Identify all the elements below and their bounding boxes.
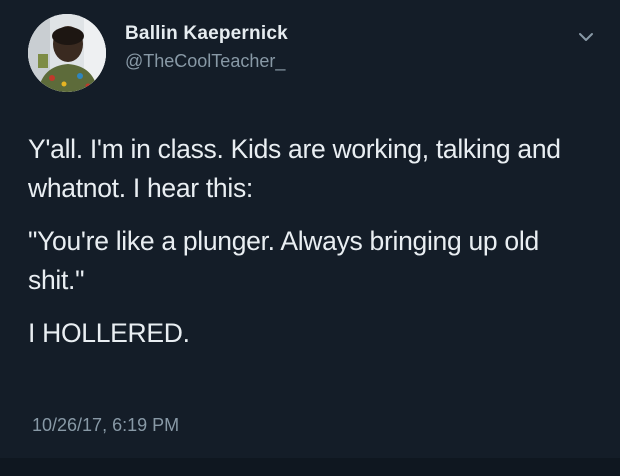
chevron-down-icon[interactable]	[578, 30, 594, 44]
avatar[interactable]	[28, 14, 106, 92]
tweet-paragraph: Y'all. I'm in class. Kids are working, t…	[28, 134, 561, 203]
profile-photo-icon	[28, 14, 106, 92]
tweet-card: Ballin Kaepernick @TheCoolTeacher_ Y'all…	[0, 0, 620, 476]
display-name[interactable]: Ballin Kaepernick	[125, 22, 288, 46]
bottom-divider	[0, 458, 620, 476]
tweet-paragraph: "You're like a plunger. Always bringing …	[28, 226, 539, 295]
tweet-text: Y'all. I'm in class. Kids are working, t…	[28, 130, 598, 367]
tweet-timestamp[interactable]: 10/26/17, 6:19 PM	[32, 413, 179, 437]
user-handle[interactable]: @TheCoolTeacher_	[125, 49, 288, 73]
author-block[interactable]: Ballin Kaepernick @TheCoolTeacher_	[125, 22, 288, 73]
tweet-paragraph: I HOLLERED.	[28, 318, 190, 348]
